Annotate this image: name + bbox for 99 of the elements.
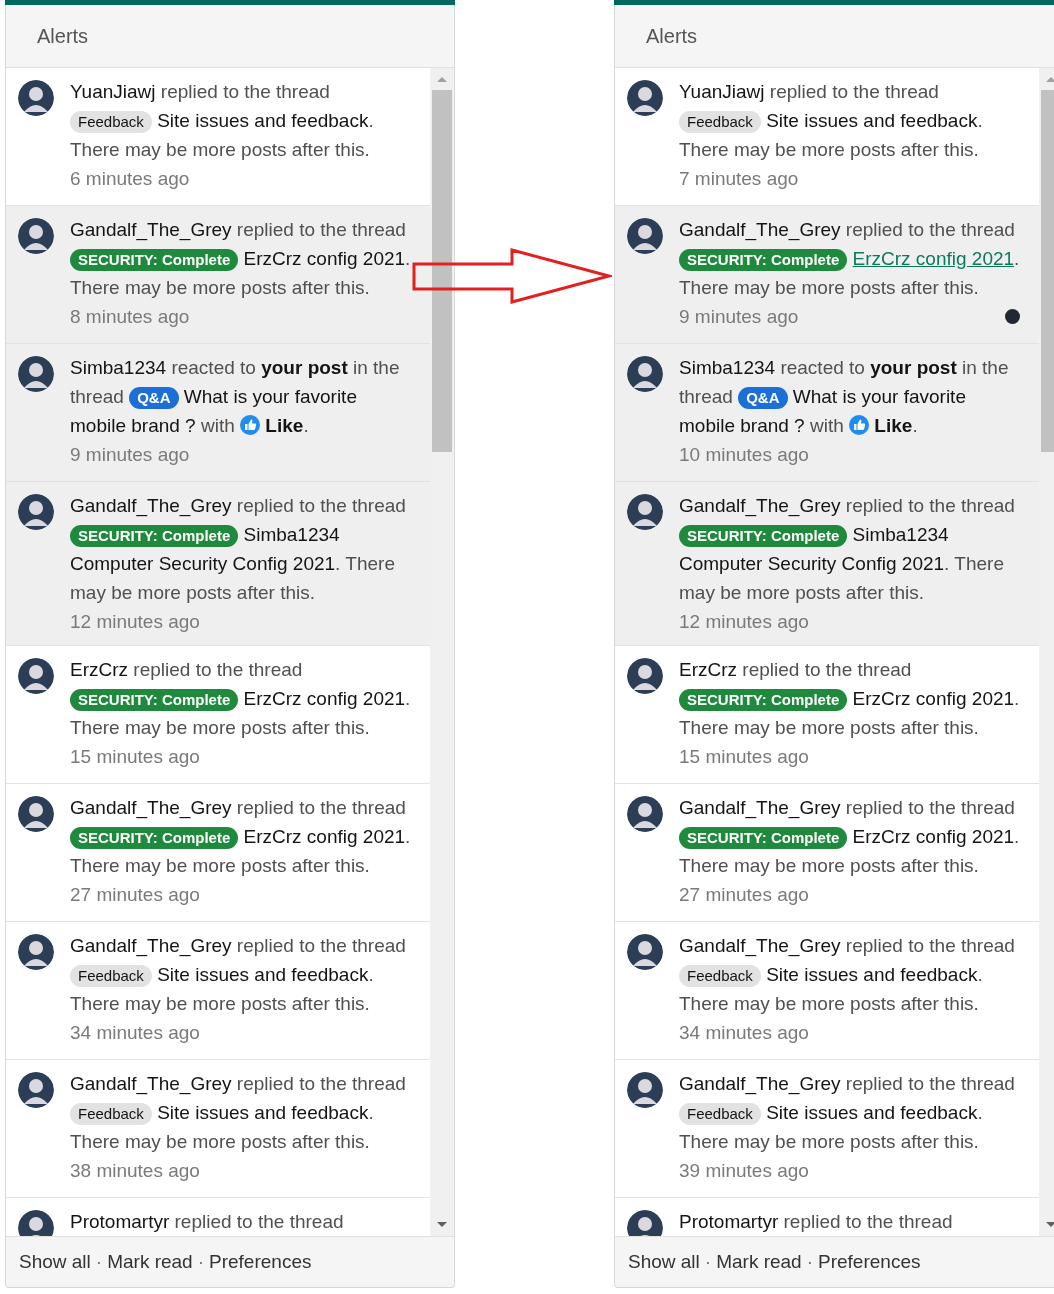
alert-time: 27 minutes ago [70, 883, 200, 907]
alert-message: Gandalf_The_Grey replied to the thread Feedback Site issues and feedback. There may be more posts after this. [70, 934, 407, 1016]
separator: · [704, 1251, 712, 1273]
alert-message: Simba1234 reacted to your post in the thread Q&A What is your favorite mobile brand ? with Like. [70, 356, 401, 438]
user-link[interactable]: Gandalf_The_Grey [70, 495, 232, 516]
alert-item[interactable]: Gandalf_The_Grey replied to the thread SECURITY: Complete ErzCrz config 2021. There may be more posts after this. 27 minutes ago [615, 784, 1039, 922]
user-link[interactable]: Protomartyr [70, 1211, 170, 1232]
alert-message: Simba1234 reacted to your post in the thread Q&A What is your favorite mobile brand ? with Like. [679, 356, 1010, 438]
alert-message: Protomartyr replied to the thread [70, 1210, 345, 1234]
prefix-label: Q&A [738, 387, 788, 409]
footer-link[interactable]: Preferences [209, 1251, 312, 1273]
separator: · [197, 1251, 204, 1273]
alert-time: 7 minutes ago [679, 167, 799, 191]
alert-message: ErzCrz replied to the thread SECURITY: Complete ErzCrz config 2021. There may be more posts after this. [679, 658, 1021, 740]
prefix-label: Feedback [679, 111, 761, 133]
alert-time: 38 minutes ago [70, 1159, 200, 1183]
alert-message: Gandalf_The_Grey replied to the thread SECURITY: Complete ErzCrz config 2021. There may be more posts after this. [70, 218, 412, 300]
alert-time: 27 minutes ago [679, 883, 809, 907]
user-link[interactable]: Gandalf_The_Grey [679, 495, 841, 516]
user-link[interactable]: Simba1234 [70, 357, 167, 378]
footer-link[interactable]: Mark read [716, 1251, 802, 1273]
user-link[interactable]: YuanJiawj [679, 81, 765, 102]
prefix-label: Feedback [70, 111, 152, 133]
prefix-label: SECURITY: Complete [679, 249, 848, 271]
prefix-label: Q&A [129, 387, 179, 409]
alert-item[interactable]: YuanJiawj replied to the thread Feedback Site issues and feedback. There may be more posts after this. 6 minutes ago [6, 68, 430, 206]
alert-message: Gandalf_The_Grey replied to the thread SECURITY: Complete ErzCrz config 2021. There may be more posts after this. [679, 218, 1021, 300]
alert-time: 34 minutes ago [70, 1021, 200, 1045]
alert-item[interactable]: Gandalf_The_Grey replied to the thread SECURITY: Complete ErzCrz config 2021. There may be more posts after this. 9 minutes ago [615, 206, 1039, 344]
alert-item[interactable]: ErzCrz replied to the thread SECURITY: Complete ErzCrz config 2021. There may be more posts after this. 15 minutes ago [6, 646, 430, 784]
separator: · [95, 1251, 103, 1273]
alert-time: 9 minutes ago [679, 305, 799, 329]
prefix-label: Feedback [70, 965, 152, 987]
prefix-label: SECURITY: Complete [70, 525, 239, 547]
alert-message: Gandalf_The_Grey replied to the thread SECURITY: Complete Simba1234 Computer Security Config 2021. There may be more posts after this. [679, 494, 1016, 605]
footer-link[interactable]: Mark read [107, 1251, 193, 1273]
alert-item[interactable]: Gandalf_The_Grey replied to the thread SECURITY: Complete Simba1234 Computer Security Config 2021. There may be more posts after this. 12 minutes ago [615, 482, 1039, 646]
alert-item[interactable]: Simba1234 reacted to your post in the thread Q&A What is your favorite mobile brand ? with Like. 9 minutes ago [6, 344, 430, 482]
prefix-label: SECURITY: Complete [70, 827, 239, 849]
panel-title: Alerts [646, 24, 698, 48]
thread-link[interactable]: ErzCrz config 2021 [852, 248, 1015, 269]
alert-time: 10 minutes ago [679, 443, 809, 467]
footer-link[interactable]: Show all [19, 1251, 91, 1273]
alert-item[interactable]: ErzCrz replied to the thread SECURITY: Complete ErzCrz config 2021. There may be more posts after this. 15 minutes ago [615, 646, 1039, 784]
user-link[interactable]: Gandalf_The_Grey [70, 219, 232, 240]
alert-item[interactable]: Gandalf_The_Grey replied to the thread SECURITY: Complete Simba1234 Computer Security Config 2021. There may be more posts after this. 12 minutes ago [6, 482, 430, 646]
alert-message: YuanJiawj replied to the thread Feedback Site issues and feedback. There may be more posts after this. [679, 80, 984, 162]
prefix-label: SECURITY: Complete [70, 249, 239, 271]
user-link[interactable]: ErzCrz [679, 659, 738, 680]
alert-time: 12 minutes ago [679, 610, 809, 634]
alert-message: Protomartyr replied to the thread [679, 1210, 954, 1234]
alert-item[interactable]: YuanJiawj replied to the thread Feedback Site issues and feedback. There may be more posts after this. 7 minutes ago [615, 68, 1039, 206]
alert-item[interactable]: Protomartyr replied to the thread [615, 1198, 1039, 1236]
alert-message: Gandalf_The_Grey replied to the thread SECURITY: Complete ErzCrz config 2021. There may be more posts after this. [70, 796, 412, 878]
alert-time: 8 minutes ago [70, 305, 190, 329]
separator: · [806, 1251, 813, 1273]
prefix-label: Feedback [679, 1103, 761, 1125]
prefix-label: Feedback [679, 965, 761, 987]
alert-time: 39 minutes ago [679, 1159, 809, 1183]
alert-message: Gandalf_The_Grey replied to the thread Feedback Site issues and feedback. There may be more posts after this. [70, 1072, 407, 1154]
footer-link[interactable]: Show all [628, 1251, 700, 1273]
user-link[interactable]: Gandalf_The_Grey [679, 1073, 841, 1094]
alert-time: 12 minutes ago [70, 610, 200, 634]
alert-message: YuanJiawj replied to the thread Feedback Site issues and feedback. There may be more posts after this. [70, 80, 375, 162]
user-link[interactable]: Gandalf_The_Grey [679, 219, 841, 240]
alert-time: 6 minutes ago [70, 167, 190, 191]
user-link[interactable]: Gandalf_The_Grey [679, 797, 841, 818]
alert-message: Gandalf_The_Grey replied to the thread SECURITY: Complete ErzCrz config 2021. There may be more posts after this. [679, 796, 1021, 878]
alert-message: Gandalf_The_Grey replied to the thread Feedback Site issues and feedback. There may be more posts after this. [679, 1072, 1016, 1154]
footer-link[interactable]: Preferences [818, 1251, 921, 1273]
alert-message: Gandalf_The_Grey replied to the thread Feedback Site issues and feedback. There may be more posts after this. [679, 934, 1016, 1016]
user-link[interactable]: Gandalf_The_Grey [70, 935, 232, 956]
alert-item[interactable]: Gandalf_The_Grey replied to the thread Feedback Site issues and feedback. There may be more posts after this. 34 minutes ago [615, 922, 1039, 1060]
user-link[interactable]: Simba1234 [679, 357, 776, 378]
alert-item[interactable]: Protomartyr replied to the thread [6, 1198, 430, 1236]
alert-item[interactable]: Gandalf_The_Grey replied to the thread Feedback Site issues and feedback. There may be more posts after this. 34 minutes ago [6, 922, 430, 1060]
prefix-label: SECURITY: Complete [70, 689, 239, 711]
alert-time: 15 minutes ago [70, 745, 200, 769]
panel-title: Alerts [37, 24, 89, 48]
alert-item[interactable]: Gandalf_The_Grey replied to the thread Feedback Site issues and feedback. There may be more posts after this. 39 minutes ago [615, 1060, 1039, 1198]
alert-message: Gandalf_The_Grey replied to the thread SECURITY: Complete Simba1234 Computer Security Config 2021. There may be more posts after this. [70, 494, 407, 605]
alert-item[interactable]: Gandalf_The_Grey replied to the thread Feedback Site issues and feedback. There may be more posts after this. 38 minutes ago [6, 1060, 430, 1198]
user-link[interactable]: Protomartyr [679, 1211, 779, 1232]
prefix-label: Feedback [70, 1103, 152, 1125]
alert-item[interactable]: Simba1234 reacted to your post in the thread Q&A What is your favorite mobile brand ? with Like. 10 minutes ago [615, 344, 1039, 482]
prefix-label: SECURITY: Complete [679, 827, 848, 849]
user-link[interactable]: Gandalf_The_Grey [70, 797, 232, 818]
alert-message: ErzCrz replied to the thread SECURITY: Complete ErzCrz config 2021. There may be more posts after this. [70, 658, 412, 740]
alert-time: 9 minutes ago [70, 443, 190, 467]
prefix-label: SECURITY: Complete [679, 525, 848, 547]
user-link[interactable]: YuanJiawj [70, 81, 156, 102]
alert-time: 15 minutes ago [679, 745, 809, 769]
user-link[interactable]: ErzCrz [70, 659, 129, 680]
user-link[interactable]: Gandalf_The_Grey [679, 935, 841, 956]
alert-time: 34 minutes ago [679, 1021, 809, 1045]
prefix-label: SECURITY: Complete [679, 689, 848, 711]
alert-item[interactable]: Gandalf_The_Grey replied to the thread SECURITY: Complete ErzCrz config 2021. There may be more posts after this. 27 minutes ago [6, 784, 430, 922]
alert-item[interactable]: Gandalf_The_Grey replied to the thread SECURITY: Complete ErzCrz config 2021. There may be more posts after this. 8 minutes ago [6, 206, 430, 344]
user-link[interactable]: Gandalf_The_Grey [70, 1073, 232, 1094]
